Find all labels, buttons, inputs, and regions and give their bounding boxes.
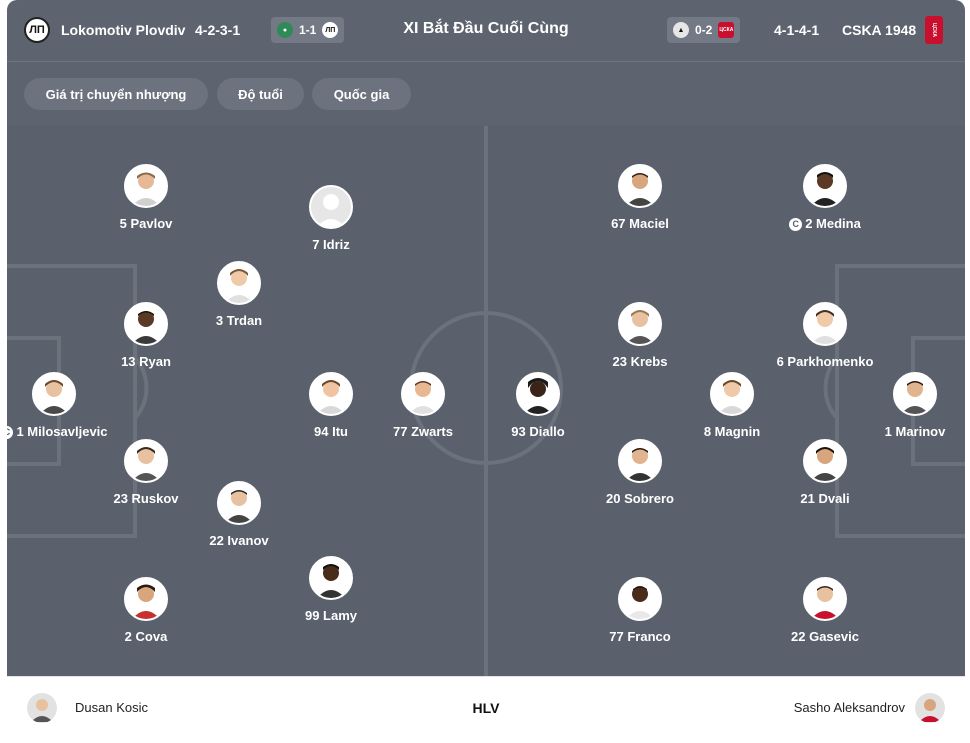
away-coach-photo[interactable]: [915, 693, 945, 723]
player-away-def[interactable]: C2 Medina: [765, 164, 885, 232]
view-tabs: Giá trị chuyển nhượng Độ tuổi Quốc gia: [7, 62, 965, 126]
away-last-score: 0-2: [695, 23, 713, 37]
player-name: 67 Maciel: [611, 216, 669, 231]
player-photo: [217, 481, 261, 525]
player-photo: [618, 302, 662, 346]
player-photo-placeholder: [309, 185, 353, 229]
player-name: 20 Sobrero: [606, 491, 674, 506]
player-name: 8 Magnin: [703, 424, 761, 439]
player-away-def[interactable]: 6 Parkhomenko: [765, 302, 885, 370]
player-name: 3 Trdan: [215, 313, 263, 328]
player-away-def[interactable]: 21 Dvali: [765, 439, 885, 507]
player-home-def[interactable]: 2 Cova: [86, 577, 206, 645]
lineup-title: XI Bắt Đầu Cuối Cùng: [403, 20, 569, 37]
player-photo: [893, 372, 937, 416]
player-photo: [124, 439, 168, 483]
player-name: 22 Gasevic: [791, 629, 859, 644]
away-logo-text: ЦСКА: [931, 23, 937, 37]
player-photo: [618, 439, 662, 483]
player-photo: [803, 302, 847, 346]
player-home-mid[interactable]: 3 Trdan: [179, 261, 299, 329]
lineup-header: ЛП Lokomotiv Plovdiv 4-2-3-1 ● 1-1 ЛП XI…: [7, 0, 965, 62]
player-name: 22 Ivanov: [209, 533, 269, 548]
player-home-am[interactable]: 99 Lamy: [271, 556, 391, 624]
tab-country[interactable]: Quốc gia: [312, 78, 411, 110]
player-name: 7 Idriz: [312, 237, 350, 252]
player-away-mid[interactable]: 23 Krebs: [580, 302, 700, 370]
player-name: C1 Milosavljevic: [7, 424, 114, 440]
player-name: 23 Krebs: [612, 354, 668, 369]
away-mini-logo-icon: ЦСКА: [718, 22, 735, 38]
away-formation: 4-1-4-1: [774, 22, 820, 38]
pitch: C1 Milosavljevic 5 Pavlov 13 Ryan 23 Rus…: [7, 126, 965, 676]
player-away-st[interactable]: 93 Diallo: [478, 372, 598, 440]
player-away-mid[interactable]: 67 Maciel: [580, 164, 700, 232]
player-name: 5 Pavlov: [119, 216, 173, 231]
player-photo: [618, 577, 662, 621]
player-home-am[interactable]: 7 Idriz: [271, 185, 391, 253]
away-team-name[interactable]: CSKA 1948: [842, 22, 916, 38]
player-photo: [803, 577, 847, 621]
player-name: C2 Medina: [765, 216, 885, 232]
player-name: 99 Lamy: [304, 608, 358, 623]
player-home-mid[interactable]: 22 Ivanov: [179, 481, 299, 549]
away-coach-name[interactable]: Sasho Aleksandrov: [794, 700, 905, 715]
player-photo: [309, 556, 353, 600]
player-name: 77 Zwarts: [393, 424, 453, 439]
player-name: 1 Marinov: [884, 424, 946, 439]
player-away-def[interactable]: 22 Gasevic: [765, 577, 885, 645]
player-photo: [124, 164, 168, 208]
opponent-logo-icon: ▲: [673, 22, 689, 38]
player-label: 2 Medina: [805, 216, 861, 231]
player-photo: [32, 372, 76, 416]
player-away-gk[interactable]: 1 Marinov: [855, 372, 965, 440]
player-photo: [217, 261, 261, 305]
coach-bar: Dusan Kosic HLV Sasho Aleksandrov: [7, 676, 965, 738]
captain-icon: C: [7, 426, 14, 439]
player-photo: [309, 372, 353, 416]
player-away-mid[interactable]: 20 Sobrero: [580, 439, 700, 507]
player-away-mid[interactable]: 77 Franco: [580, 577, 700, 645]
player-label: 1 Milosavljevic: [16, 424, 108, 439]
player-photo: [124, 577, 168, 621]
away-last-result[interactable]: ▲ 0-2 ЦСКА: [667, 17, 741, 43]
lineup-widget: ЛП Lokomotiv Plovdiv 4-2-3-1 ● 1-1 ЛП XI…: [7, 0, 965, 743]
player-photo: [803, 164, 847, 208]
player-name: 77 Franco: [609, 629, 671, 644]
player-home-def[interactable]: 5 Pavlov: [86, 164, 206, 232]
player-name: 2 Cova: [124, 629, 168, 644]
player-name: 6 Parkhomenko: [776, 354, 874, 369]
player-photo: [618, 164, 662, 208]
player-away-dm[interactable]: 8 Magnin: [672, 372, 792, 440]
player-name: 21 Dvali: [800, 491, 850, 506]
tab-transfer-value[interactable]: Giá trị chuyển nhượng: [24, 78, 208, 110]
player-name: 13 Ryan: [121, 354, 171, 369]
away-team-logo[interactable]: ЦСКА: [925, 16, 943, 44]
player-photo: [516, 372, 560, 416]
player-name: 93 Diallo: [511, 424, 565, 439]
player-home-gk[interactable]: C1 Milosavljevic: [7, 372, 114, 440]
player-home-st[interactable]: 77 Zwarts: [363, 372, 483, 440]
away-mini-logo-text: ЦСКА: [719, 27, 734, 33]
player-photo: [401, 372, 445, 416]
player-photo: [124, 302, 168, 346]
captain-icon: C: [789, 218, 803, 231]
player-photo: [803, 439, 847, 483]
tab-age[interactable]: Độ tuổi: [217, 78, 304, 110]
player-photo: [710, 372, 754, 416]
